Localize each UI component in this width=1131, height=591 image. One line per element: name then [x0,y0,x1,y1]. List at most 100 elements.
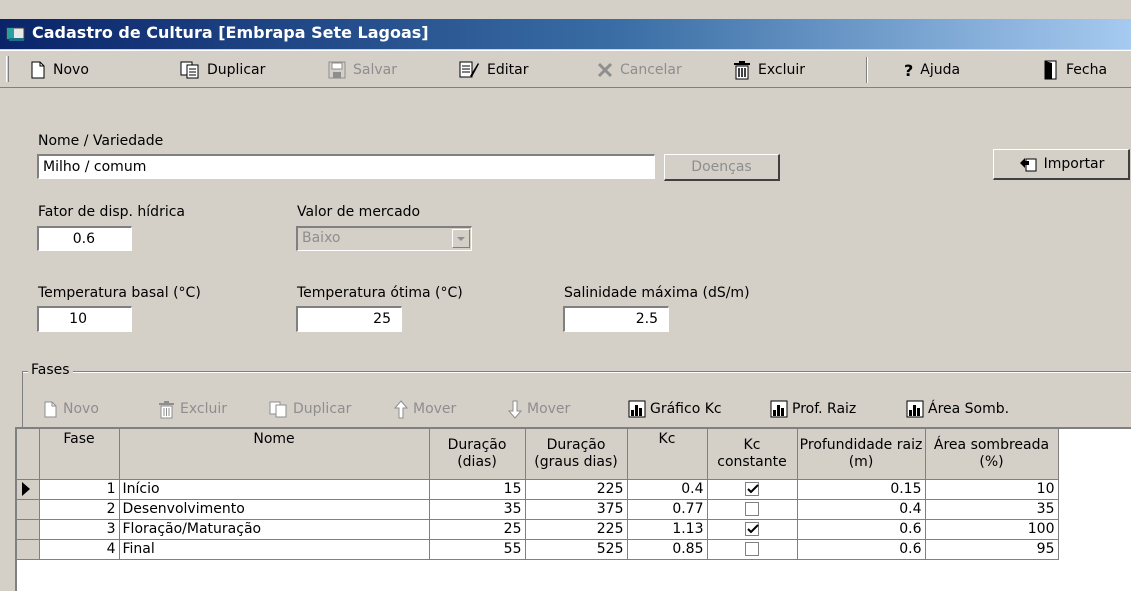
col-header-duracao-graus[interactable]: Duração (graus dias) [525,429,628,480]
salvar-label: Salvar [353,62,397,78]
temp-otima-input[interactable]: 25 [296,306,402,332]
fases-table: Fase Nome Duração (dias) Duração (graus … [17,429,1059,560]
table-row[interactable]: 4 Final 55 525 0.85 0.6 95 [17,539,1059,560]
cell-fase[interactable]: 4 [39,539,120,560]
cell-prof-raiz[interactable]: 0.6 [797,519,926,540]
cell-nome[interactable]: Início [119,479,430,500]
valor-mercado-value: Baixo [302,230,341,246]
cell-duracao-graus[interactable]: 525 [525,539,628,560]
cell-kc-constante[interactable] [707,499,798,520]
fases-novo-button[interactable]: Novo [43,398,99,420]
temp-otima-label: Temperatura ótima (°C) [297,285,463,301]
salinidade-input[interactable]: 2.5 [563,306,669,332]
row-indicator[interactable] [17,479,40,500]
cell-fase[interactable]: 1 [39,479,120,500]
novo-button[interactable]: Novo [30,57,89,83]
valor-mercado-select[interactable]: Baixo [296,226,472,251]
temp-basal-input[interactable]: 10 [37,306,132,332]
salvar-button[interactable]: Salvar [328,57,397,83]
cell-duracao-graus[interactable]: 375 [525,499,628,520]
cell-duracao-dias[interactable]: 35 [429,499,526,520]
title-bar[interactable]: Cadastro de Cultura [Embrapa Sete Lagoas… [0,19,1131,49]
temp-basal-value: 10 [69,311,87,327]
col-header-fase[interactable]: Fase [39,429,120,480]
fator-value: 0.6 [72,231,95,247]
nome-label: Nome / Variedade [38,133,164,149]
cell-kc[interactable]: 0.85 [627,539,708,560]
row-indicator[interactable] [17,499,40,520]
table-row[interactable]: 2 Desenvolvimento 35 375 0.77 0.4 35 [17,499,1059,520]
prof-raiz-button[interactable]: Prof. Raiz [770,398,856,420]
cell-duracao-graus[interactable]: 225 [525,479,628,500]
cell-kc-constante[interactable] [707,539,798,560]
fases-duplicar-button[interactable]: Duplicar [269,398,351,420]
row-indicator[interactable] [17,519,40,540]
table-row[interactable]: 3 Floração/Maturação 25 225 1.13 0.6 100 [17,519,1059,540]
cell-duracao-dias[interactable]: 55 [429,539,526,560]
kc-constante-checkbox[interactable] [745,502,759,516]
excluir-button[interactable]: Excluir [733,57,805,83]
cell-area[interactable]: 35 [925,499,1059,520]
cancelar-button[interactable]: Cancelar [597,57,682,83]
cell-kc[interactable]: 0.77 [627,499,708,520]
cell-area[interactable]: 10 [925,479,1059,500]
fases-grid[interactable]: Fase Nome Duração (dias) Duração (graus … [15,427,1131,591]
toolbar-grip[interactable] [6,56,9,82]
fechar-label: Fecha [1066,62,1108,78]
editar-button[interactable]: Editar [458,57,528,83]
cell-nome[interactable]: Floração/Maturação [119,519,430,540]
cell-area[interactable]: 95 [925,539,1059,560]
cell-fase[interactable]: 2 [39,499,120,520]
col-header-duracao-dias[interactable]: Duração (dias) [429,429,526,480]
fases-novo-label: Novo [63,401,99,417]
chart-icon [628,400,646,418]
duplicar-label: Duplicar [207,62,266,78]
kc-constante-checkbox[interactable] [745,542,759,556]
doencas-label: Doenças [691,159,752,175]
arrow-down-icon [508,400,522,419]
cell-kc-constante[interactable] [707,479,798,500]
cell-fase[interactable]: 3 [39,519,120,540]
grafico-kc-button[interactable]: Gráfico Kc [628,398,722,420]
row-indicator[interactable] [17,539,40,560]
fases-mover-down-button[interactable]: Mover [508,398,570,420]
importar-button[interactable]: Importar [993,149,1130,180]
cell-kc-constante[interactable] [707,519,798,540]
kc-constante-checkbox[interactable] [745,482,759,496]
cell-nome[interactable]: Final [119,539,430,560]
duplicate-icon [269,401,287,417]
col-header-kc-constante[interactable]: Kc constante [707,429,798,480]
cell-area[interactable]: 100 [925,519,1059,540]
cell-duracao-dias[interactable]: 25 [429,519,526,540]
help-question-icon: ? [904,60,914,80]
cell-duracao-graus[interactable]: 225 [525,519,628,540]
col-header-prof-raiz[interactable]: Profundidade raiz (m) [797,429,926,480]
cell-duracao-dias[interactable]: 15 [429,479,526,500]
dropdown-arrow[interactable] [452,229,470,248]
doencas-button[interactable]: Doenças [664,154,780,181]
cell-kc[interactable]: 0.4 [627,479,708,500]
new-document-icon [31,61,45,79]
fases-duplicar-label: Duplicar [293,401,352,417]
kc-constante-checkbox[interactable] [745,522,759,536]
cell-kc[interactable]: 1.13 [627,519,708,540]
import-icon [1019,158,1037,172]
fases-mover-up-button[interactable]: Mover [394,398,456,420]
col-header-area-sombreada[interactable]: Área sombreada (%) [925,429,1059,480]
fases-excluir-button[interactable]: Excluir [158,398,227,420]
cell-prof-raiz[interactable]: 0.15 [797,479,926,500]
cell-nome[interactable]: Desenvolvimento [119,499,430,520]
col-header-kc[interactable]: Kc [627,429,708,480]
table-row[interactable]: 1 Início 15 225 0.4 0.15 10 [17,479,1059,500]
fator-input[interactable]: 0.6 [37,226,132,251]
nome-input[interactable]: Milho / comum [37,154,655,179]
cell-prof-raiz[interactable]: 0.6 [797,539,926,560]
ajuda-button[interactable]: ? Ajuda [904,57,960,83]
grafico-kc-label: Gráfico Kc [650,401,722,417]
duplicar-button[interactable]: Duplicar [180,57,265,83]
cell-prof-raiz[interactable]: 0.4 [797,499,926,520]
fechar-button[interactable]: Fecha [1043,57,1107,83]
area-somb-button[interactable]: Área Somb. [906,398,1009,420]
ajuda-label: Ajuda [920,62,961,78]
col-header-nome[interactable]: Nome [119,429,430,480]
